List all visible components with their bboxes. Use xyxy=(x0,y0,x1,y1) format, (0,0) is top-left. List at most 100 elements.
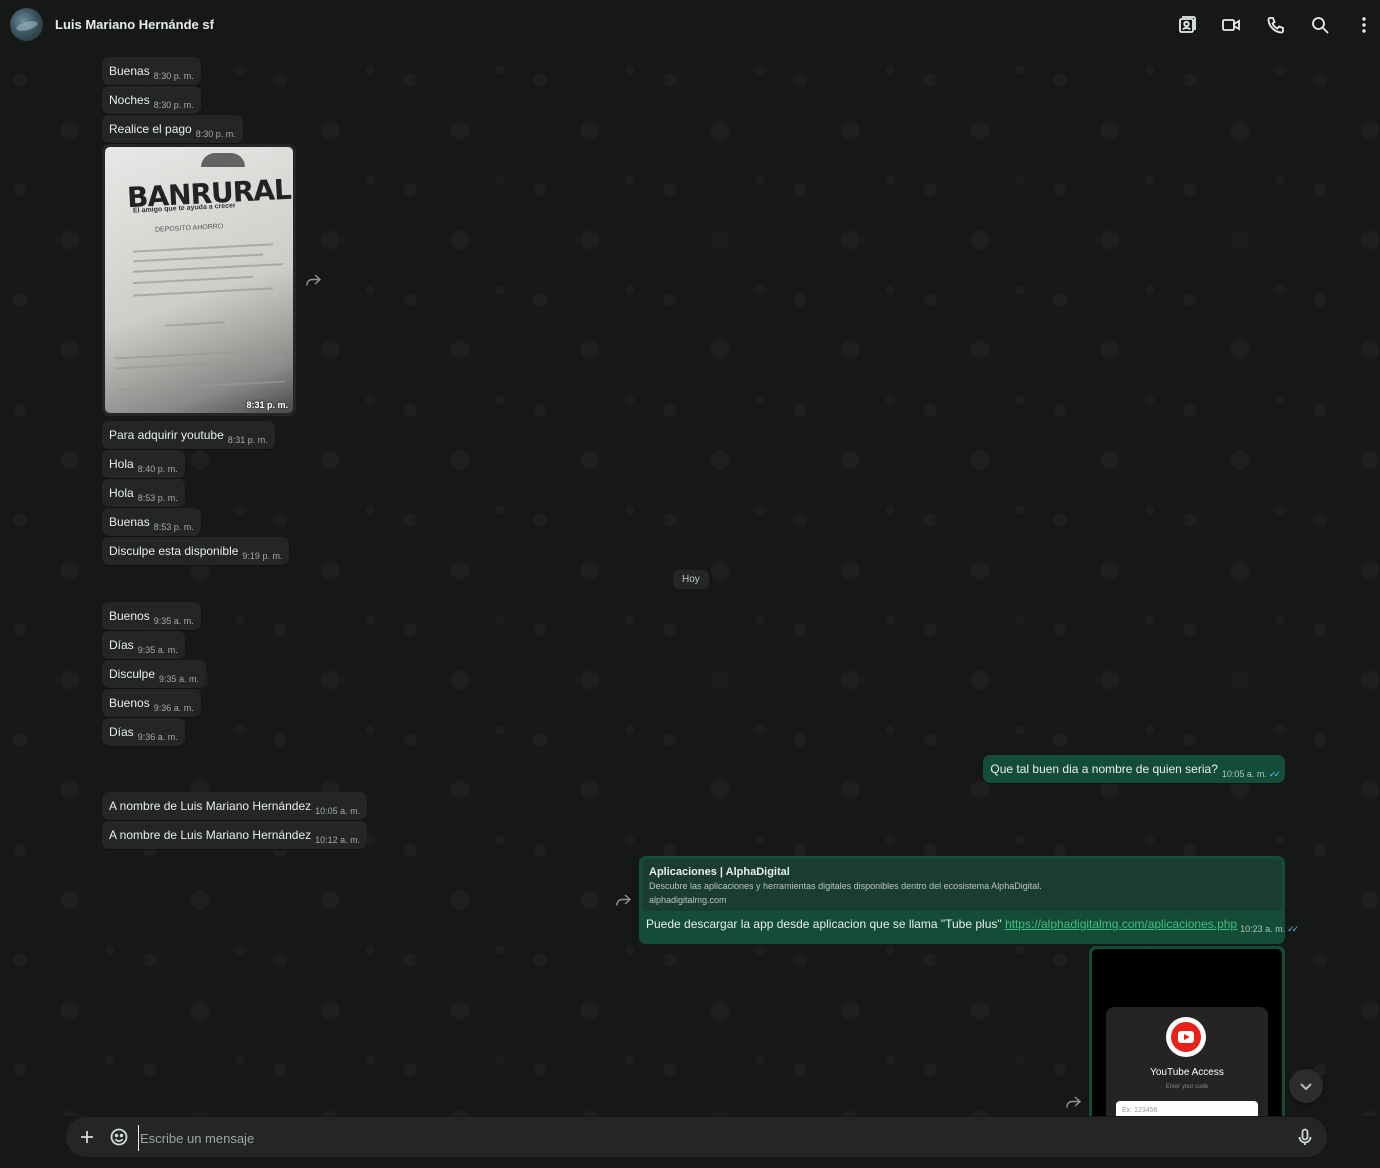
message-time: 9:36 a. m. xyxy=(137,732,178,742)
receipt-line xyxy=(133,253,263,263)
message-text: Noches xyxy=(109,93,150,107)
code-input-placeholder: Ex: 123456 xyxy=(1122,1107,1158,1114)
message-text: Hola xyxy=(109,457,134,471)
message-time: 8:53 p. m. xyxy=(153,522,194,532)
message-time: 10:12 a. m. xyxy=(315,835,361,845)
message-incoming[interactable]: Disculpe 9:35 a. m. xyxy=(102,660,207,688)
message-incoming[interactable]: Noches 8:30 p. m. xyxy=(102,86,201,114)
message-text: Buenas xyxy=(109,64,150,78)
message-incoming[interactable]: Buenos 9:36 a. m. xyxy=(102,689,201,717)
message-text: Puede descargar la app desde aplicacion … xyxy=(646,917,1005,931)
message-time: 9:35 a. m. xyxy=(137,645,178,655)
message-time: 10:05 a. m. xyxy=(315,806,361,816)
message-time: 8:31 p. m. xyxy=(246,400,288,410)
screenshot-message[interactable]: YouTube Access Enter your code Ex: 12345… xyxy=(1089,946,1285,1116)
bank-logo xyxy=(201,153,245,167)
message-link[interactable]: https://alphadigitalmg.com/aplicaciones.… xyxy=(1005,917,1237,931)
message-incoming[interactable]: Días 9:35 a. m. xyxy=(102,631,185,659)
link-preview-title: Aplicaciones | AlphaDigital xyxy=(649,866,790,878)
image-message[interactable]: BANRURAL El amigo que te ayuda a crecer … xyxy=(102,144,296,416)
chat-header: Luis Mariano Hernánde sf xyxy=(0,0,1380,50)
message-time: 8:53 p. m. xyxy=(137,493,178,503)
message-time: 9:36 a. m. xyxy=(153,703,194,713)
message-text: A nombre de Luis Mariano Hernández xyxy=(109,799,312,813)
read-ticks-icon: ✓✓ xyxy=(1268,769,1281,779)
message-incoming[interactable]: Para adquirir youtube 8:31 p. m. xyxy=(102,421,275,449)
receipt-line xyxy=(115,358,285,370)
receipt-line xyxy=(164,321,226,327)
scroll-to-bottom-button[interactable] xyxy=(1289,1069,1323,1103)
receipt-type: DEPOSITO AHORRO xyxy=(154,223,224,234)
receipt-line xyxy=(115,380,285,392)
message-text: Días xyxy=(109,638,134,652)
message-text: Buenas xyxy=(109,515,150,529)
chevron-down-icon xyxy=(1300,1083,1312,1091)
message-time: 9:19 p. m. xyxy=(242,551,283,561)
message-text: Realice el pago xyxy=(109,122,192,136)
message-text: A nombre de Luis Mariano Hernández xyxy=(109,828,312,842)
emoji-sticker-icon[interactable] xyxy=(109,1127,129,1147)
message-time: 10:05 a. m. xyxy=(1221,769,1267,779)
message-incoming[interactable]: Disculpe esta disponible 9:19 p. m. xyxy=(102,537,290,565)
attach-plus-icon[interactable] xyxy=(77,1127,97,1147)
microphone-icon[interactable] xyxy=(1295,1127,1315,1147)
app-title: YouTube Access xyxy=(1150,1067,1224,1078)
message-composer xyxy=(66,1117,1327,1157)
message-time: 10:23 a. m. xyxy=(1240,924,1286,934)
link-preview-card[interactable]: Aplicaciones | AlphaDigital Descubre las… xyxy=(642,859,1282,911)
message-time: 8:31 p. m. xyxy=(227,435,268,445)
forward-icon[interactable] xyxy=(614,891,632,909)
message-time: 8:30 p. m. xyxy=(153,71,194,81)
message-incoming[interactable]: Hola 8:40 p. m. xyxy=(102,450,185,478)
message-incoming[interactable]: Realice el pago 8:30 p. m. xyxy=(102,115,243,143)
message-incoming[interactable]: Hola 8:53 p. m. xyxy=(102,479,185,507)
message-text: Disculpe xyxy=(109,667,156,681)
message-incoming[interactable]: Buenas 8:53 p. m. xyxy=(102,508,201,536)
contact-name[interactable]: Luis Mariano Hernánde sf xyxy=(55,17,214,32)
code-input: Ex: 123456 xyxy=(1116,1101,1258,1116)
more-options-icon[interactable] xyxy=(1354,15,1374,35)
message-text: Hola xyxy=(109,486,134,500)
chat-area: Buenas 8:30 p. m. Noches 8:30 p. m. Realic… xyxy=(0,50,1380,1116)
app-subtitle: Enter your code xyxy=(1165,1084,1209,1090)
message-text: Buenos xyxy=(109,696,150,710)
message-text: Buenos xyxy=(109,609,150,623)
link-preview-description: Descubre las aplicaciones y herramientas… xyxy=(649,881,1042,891)
link-message[interactable]: Aplicaciones | AlphaDigital Descubre las… xyxy=(639,856,1299,944)
message-time: 9:35 a. m. xyxy=(159,674,200,684)
message-incoming[interactable]: Buenos 9:35 a. m. xyxy=(102,602,201,630)
message-text: Que tal buen dia a nombre de quien seria… xyxy=(990,762,1218,776)
search-icon[interactable] xyxy=(1310,15,1330,35)
youtube-logo-icon xyxy=(1166,1017,1206,1057)
receipt-line xyxy=(115,348,285,360)
receipt-line xyxy=(133,243,273,253)
message-text: Para adquirir youtube xyxy=(109,428,224,442)
message-outgoing[interactable]: Que tal buen dia a nombre de quien seria… xyxy=(983,755,1285,783)
forward-icon[interactable] xyxy=(1064,1093,1082,1111)
message-incoming[interactable]: A nombre de Luis Mariano Hernández 10:05 … xyxy=(102,792,368,820)
contact-card-icon[interactable] xyxy=(1177,15,1197,35)
receipt-line xyxy=(133,275,253,285)
video-call-icon[interactable] xyxy=(1221,15,1241,35)
message-time: 8:30 p. m. xyxy=(153,100,194,110)
voice-call-icon[interactable] xyxy=(1266,15,1286,35)
message-incoming[interactable]: Días 9:36 a. m. xyxy=(102,718,185,746)
message-text: Disculpe esta disponible xyxy=(109,544,239,558)
app-card: YouTube Access Enter your code Ex: 12345… xyxy=(1106,1007,1268,1116)
link-preview-domain: alphadigitalmg.com xyxy=(649,895,727,905)
screenshot-image[interactable]: YouTube Access Enter your code Ex: 12345… xyxy=(1092,949,1282,1116)
avatar[interactable] xyxy=(10,8,43,41)
message-time: 8:40 p. m. xyxy=(137,464,178,474)
message-text: Días xyxy=(109,725,134,739)
message-incoming[interactable]: Buenas 8:30 p. m. xyxy=(102,57,201,85)
message-time: 9:35 a. m. xyxy=(153,616,194,626)
message-incoming[interactable]: A nombre de Luis Mariano Hernández 10:12 … xyxy=(102,821,368,849)
receipt-line xyxy=(133,287,273,297)
forward-icon[interactable] xyxy=(304,271,322,289)
receipt-photo[interactable]: BANRURAL El amigo que te ayuda a crecer … xyxy=(105,147,293,413)
message-time: 8:30 p. m. xyxy=(195,129,236,139)
read-ticks-icon: ✓✓ xyxy=(1287,924,1299,934)
day-separator: Hoy xyxy=(673,570,709,589)
message-input[interactable] xyxy=(138,1125,1282,1151)
receipt-line xyxy=(133,263,283,273)
